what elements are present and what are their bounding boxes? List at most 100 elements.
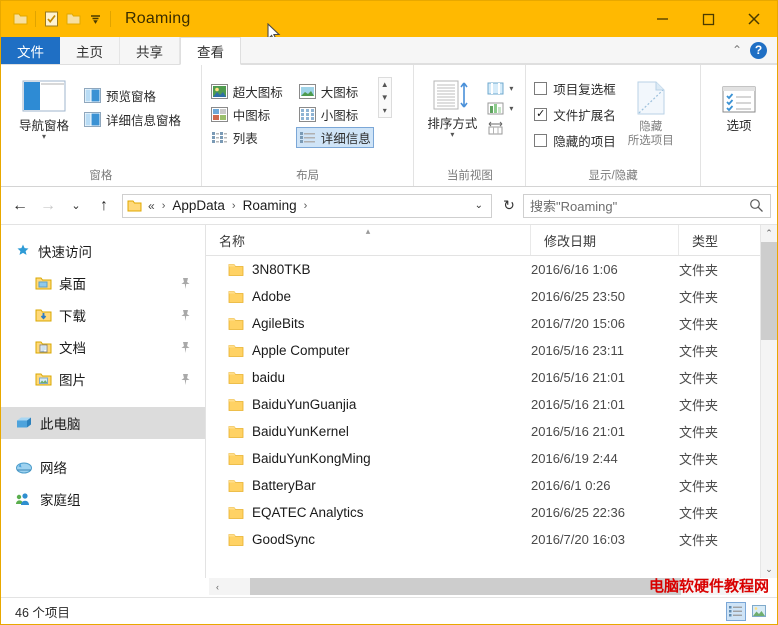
horizontal-scroll-thumb[interactable]	[250, 578, 681, 595]
table-row[interactable]: BatteryBar 2016/6/1 0:26 文件夹	[206, 472, 777, 499]
scroll-left-icon[interactable]: ‹	[209, 578, 226, 595]
details-view-button[interactable]	[726, 601, 746, 621]
pin-icon[interactable]	[180, 373, 191, 386]
properties-icon[interactable]	[40, 8, 62, 30]
table-row[interactable]: BaiduYunGuanjia 2016/5/16 21:01 文件夹	[206, 391, 777, 418]
file-name-cell[interactable]: AgileBits	[206, 316, 531, 331]
maximize-button[interactable]	[685, 1, 731, 37]
search-icon[interactable]	[749, 198, 764, 213]
tab-share[interactable]: 共享	[120, 37, 180, 64]
vertical-scroll-thumb[interactable]	[760, 242, 777, 340]
sidebar-item-quick-access[interactable]: 快速访问	[1, 235, 205, 267]
tab-view[interactable]: 查看	[180, 37, 241, 65]
view-extra-large-icons-button[interactable]: 超大图标	[208, 81, 286, 102]
pin-icon[interactable]	[180, 277, 191, 290]
file-name-cell[interactable]: baidu	[206, 370, 531, 385]
navigation-pane-caret[interactable]: ▾	[42, 133, 46, 141]
sidebar-item-desktop[interactable]: 桌面	[1, 267, 205, 299]
file-name-cell[interactable]: EQATEC Analytics	[206, 505, 531, 520]
sort-by-button[interactable]: 排序方式 ▾	[420, 73, 484, 139]
table-row[interactable]: GoodSync 2016/7/20 16:03 文件夹	[206, 526, 777, 553]
view-large-icons-button[interactable]: 大图标	[296, 81, 374, 102]
pin-icon[interactable]	[180, 309, 191, 322]
minimize-button[interactable]	[639, 1, 685, 37]
file-name-cell[interactable]: BaiduYunKongMing	[206, 451, 531, 466]
item-checkboxes-checkbox[interactable]	[534, 82, 548, 95]
search-box[interactable]: 搜索"Roaming"	[523, 193, 771, 218]
sidebar-item-this-pc[interactable]: 此电脑	[1, 407, 205, 439]
close-button[interactable]	[731, 1, 777, 37]
vertical-scrollbar[interactable]: ⌃ ⌄	[760, 225, 777, 578]
address-dropdown-icon[interactable]: ⌄	[471, 200, 487, 211]
recent-locations-button[interactable]: ⌄	[63, 193, 89, 219]
view-medium-icons-button[interactable]: 中图标	[208, 104, 286, 125]
file-name-cell[interactable]: GoodSync	[206, 532, 531, 547]
add-columns-button[interactable]: ▾	[484, 80, 516, 97]
table-row[interactable]: 3N80TKB 2016/6/16 1:06 文件夹	[206, 256, 777, 283]
forward-button[interactable]: →	[35, 193, 61, 219]
table-row[interactable]: AgileBits 2016/7/20 15:06 文件夹	[206, 310, 777, 337]
table-row[interactable]: BaiduYunKernel 2016/5/16 21:01 文件夹	[206, 418, 777, 445]
folder-icon[interactable]	[9, 8, 31, 30]
table-row[interactable]: Adobe 2016/6/25 23:50 文件夹	[206, 283, 777, 310]
sort-by-caret[interactable]: ▾	[450, 131, 454, 139]
navigation-pane-button[interactable]: 导航窗格 ▾	[7, 73, 81, 141]
file-extensions-checkbox[interactable]: ✓	[534, 108, 548, 121]
new-folder-icon[interactable]	[62, 8, 84, 30]
file-name-cell[interactable]: BaiduYunKernel	[206, 424, 531, 439]
breadcrumb-roaming[interactable]: Roaming	[241, 198, 299, 213]
pin-icon[interactable]	[180, 341, 191, 354]
options-button[interactable]: 选项	[707, 73, 771, 133]
item-checkboxes-option[interactable]: 项目复选框	[532, 78, 618, 99]
view-details-button[interactable]: 详细信息	[295, 127, 374, 148]
large-icons-view-button[interactable]	[749, 602, 769, 621]
hidden-items-option[interactable]: 隐藏的项目	[532, 130, 618, 151]
table-row[interactable]: BaiduYunKongMing 2016/6/19 2:44 文件夹	[206, 445, 777, 472]
table-row[interactable]: Apple Computer 2016/5/16 23:11 文件夹	[206, 337, 777, 364]
refresh-button[interactable]: ↻	[497, 194, 521, 218]
gallery-scroll-up-icon[interactable]: ▲	[379, 78, 391, 91]
layout-gallery-scroller[interactable]: ▲ ▼ ▾	[377, 77, 392, 118]
breadcrumb-appdata[interactable]: AppData	[170, 198, 227, 213]
vertical-scroll-track[interactable]	[760, 242, 777, 561]
group-by-button[interactable]: ▾	[484, 100, 516, 117]
group-by-caret[interactable]: ▾	[509, 104, 513, 113]
help-button[interactable]: ?	[750, 41, 767, 59]
file-name-cell[interactable]: Adobe	[206, 289, 531, 304]
scroll-up-icon[interactable]: ⌃	[761, 225, 778, 242]
column-header-type[interactable]: 类型	[679, 225, 754, 255]
gallery-expand-icon[interactable]: ▾	[379, 104, 391, 117]
sidebar-item-documents[interactable]: 文档	[1, 331, 205, 363]
tab-file[interactable]: 文件	[1, 37, 60, 64]
view-small-icons-button[interactable]: 小图标	[296, 104, 374, 125]
breadcrumb-separator-2[interactable]: ›	[231, 200, 237, 212]
address-bar[interactable]: « › AppData › Roaming › ⌄	[122, 193, 492, 218]
chevron-down-icon[interactable]	[84, 8, 106, 30]
file-name-cell[interactable]: Apple Computer	[206, 343, 531, 358]
table-row[interactable]: baidu 2016/5/16 21:01 文件夹	[206, 364, 777, 391]
column-header-name[interactable]: 名称 ▴	[206, 225, 531, 255]
breadcrumb-separator-1[interactable]: ›	[161, 200, 167, 212]
sidebar-item-pictures[interactable]: 图片	[1, 363, 205, 395]
sidebar-item-network[interactable]: 网络	[1, 451, 205, 483]
column-header-date-modified[interactable]: 修改日期	[531, 225, 679, 255]
breadcrumb-overflow[interactable]: «	[146, 199, 157, 213]
sidebar-item-downloads[interactable]: 下载	[1, 299, 205, 331]
details-pane-button[interactable]: 详细信息窗格	[81, 109, 184, 130]
add-columns-caret[interactable]: ▾	[509, 84, 513, 93]
file-extensions-option[interactable]: ✓ 文件扩展名	[532, 104, 618, 125]
gallery-scroll-down-icon[interactable]: ▼	[379, 91, 391, 104]
up-button[interactable]: ↑	[91, 193, 117, 219]
back-button[interactable]: ←	[7, 193, 33, 219]
sidebar-item-homegroup[interactable]: 家庭组	[1, 483, 205, 515]
table-row[interactable]: EQATEC Analytics 2016/6/25 22:36 文件夹	[206, 499, 777, 526]
tab-home[interactable]: 主页	[60, 37, 120, 64]
hidden-items-checkbox[interactable]	[534, 134, 548, 147]
size-all-columns-button[interactable]	[484, 120, 516, 137]
file-name-cell[interactable]: BaiduYunGuanjia	[206, 397, 531, 412]
breadcrumb-separator-3[interactable]: ›	[303, 200, 309, 212]
search-input[interactable]: 搜索"Roaming"	[530, 196, 749, 215]
view-list-button[interactable]: 列表	[208, 127, 286, 148]
preview-pane-button[interactable]: 预览窗格	[81, 85, 184, 106]
file-name-cell[interactable]: BatteryBar	[206, 478, 531, 493]
